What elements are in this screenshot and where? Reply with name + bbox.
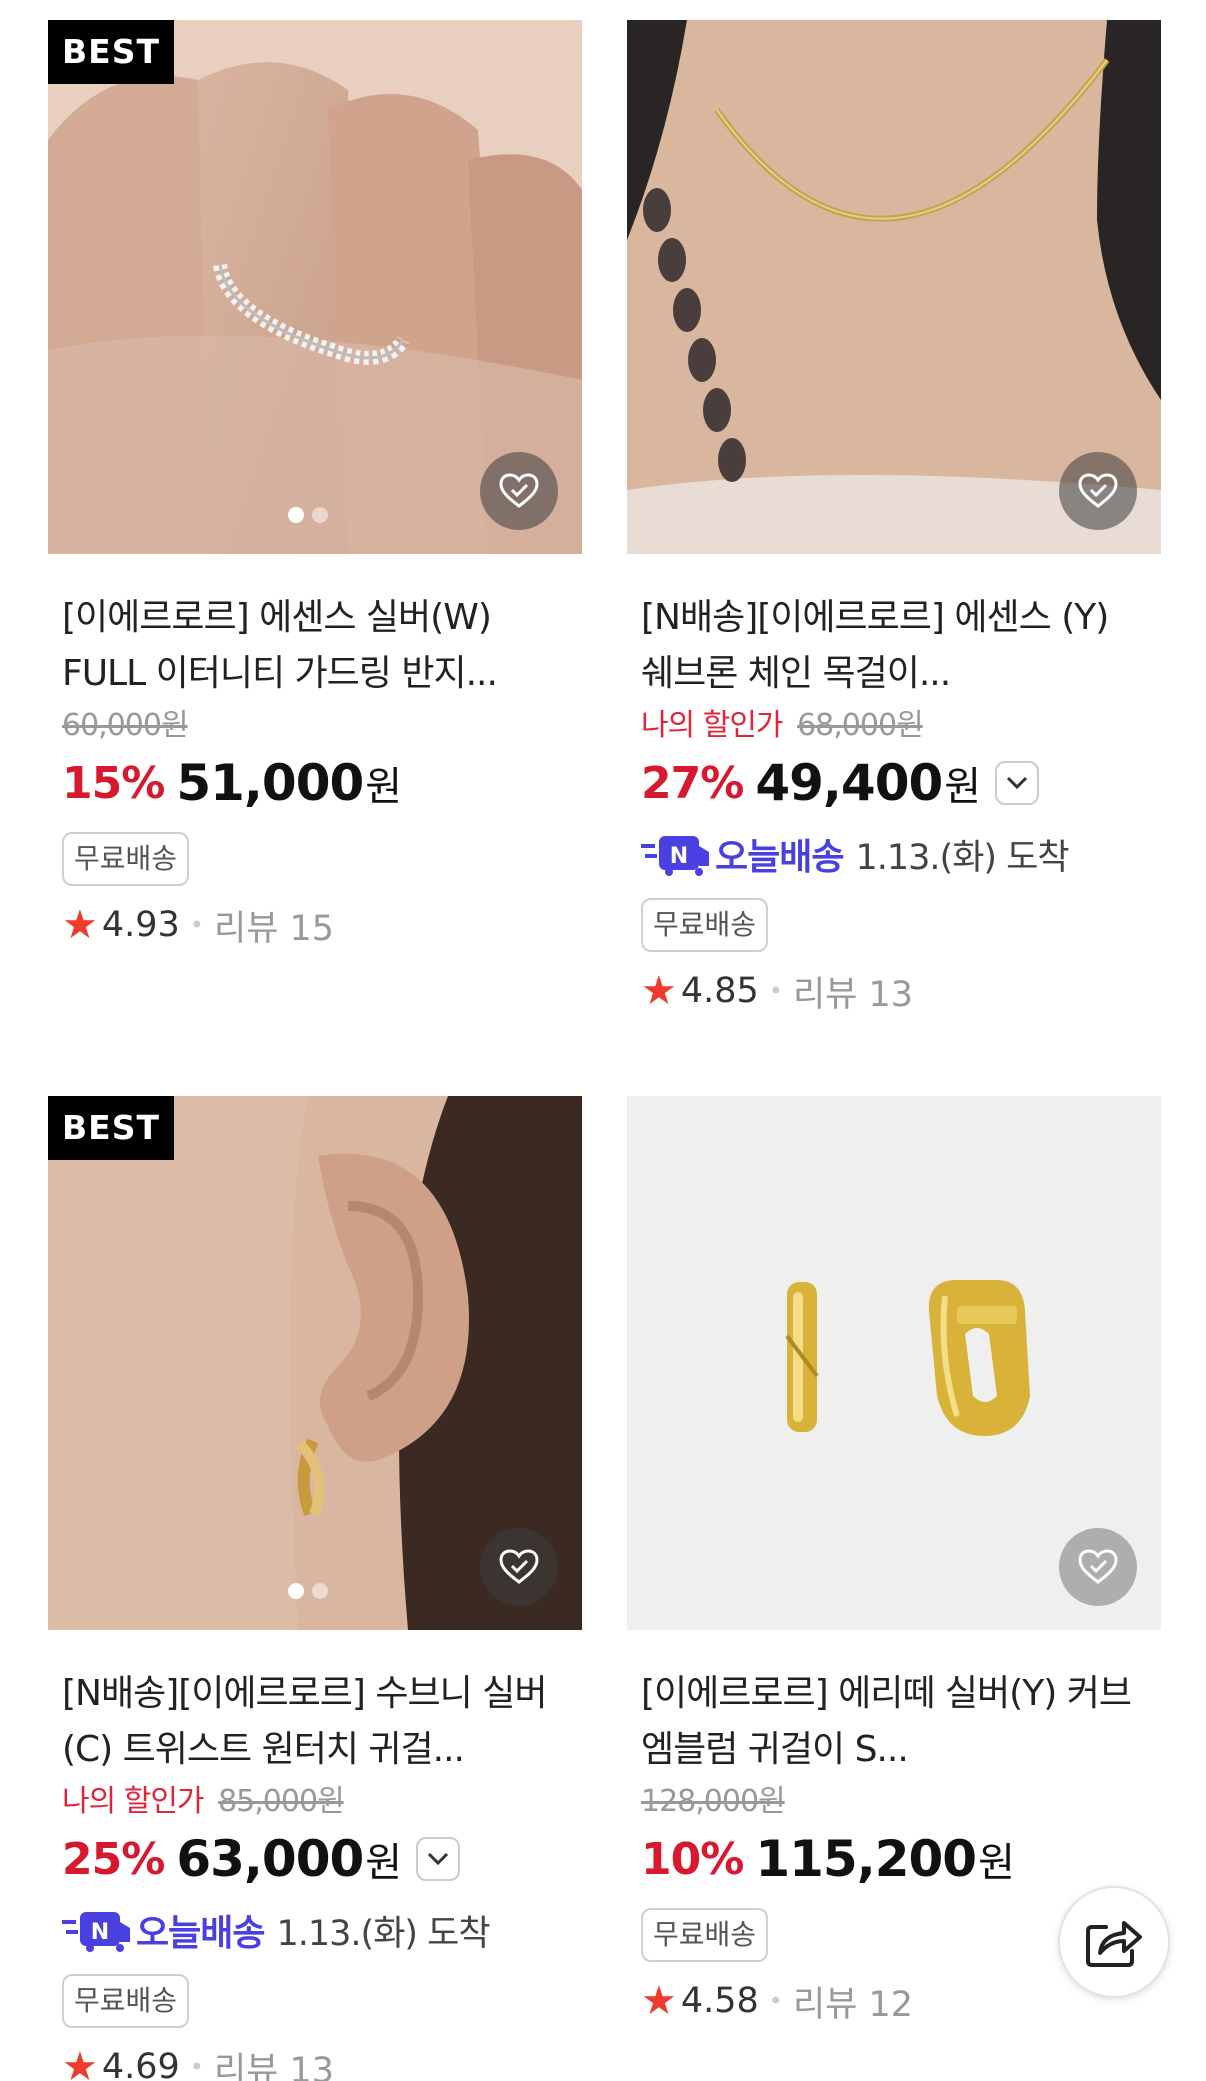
like-button[interactable] (480, 452, 558, 530)
separator-dot: • (768, 1987, 783, 2015)
star-icon: ★ (641, 968, 677, 1014)
original-price-row: 나의 할인가 68,000원 (641, 706, 1147, 746)
product-title[interactable]: [N배송][이에르로르] 에센스 (Y) 쉐브론 체인 목걸이... (641, 590, 1147, 702)
original-price: 60,000원 (62, 708, 189, 743)
best-badge: BEST (48, 20, 174, 84)
original-price: 128,000원 (641, 1784, 786, 1819)
currency-unit: 원 (944, 764, 982, 810)
sale-price: 51,000 (176, 754, 364, 812)
product-image[interactable] (627, 1096, 1161, 1630)
image-pager (288, 1583, 328, 1599)
separator-dot: • (189, 2053, 204, 2081)
star-icon: ★ (641, 1978, 677, 2024)
star-icon: ★ (62, 2044, 98, 2081)
pager-dot (312, 507, 328, 523)
price-row: 15% 51,000 원 (62, 752, 568, 814)
currency-unit: 원 (365, 1840, 403, 1886)
original-price-row: 128,000원 (641, 1782, 1147, 1822)
best-badge: BEST (48, 1096, 174, 1160)
heart-check-icon (499, 1549, 539, 1584)
product-title[interactable]: [N배송][이에르로르] 수브니 실버(C) 트위스트 원터치 귀걸... (62, 1666, 568, 1778)
currency-unit: 원 (365, 764, 403, 810)
separator-dot: • (768, 977, 783, 1005)
rating-row: ★ 4.69 • 리뷰 13 (62, 2042, 568, 2081)
chevron-down-icon (428, 1852, 449, 1866)
original-price: 85,000원 (218, 1784, 345, 1819)
today-delivery-label: 오늘배송 (136, 1913, 265, 1954)
share-icon (1086, 1921, 1142, 1967)
rating-score: 4.85 (680, 971, 759, 1011)
delivery-row: N 오늘배송 1.13.(화) 도착 (62, 1904, 568, 1956)
product-card[interactable]: [N배송][이에르로르] 에센스 (Y) 쉐브론 체인 목걸이... 나의 할인… (627, 20, 1161, 1016)
sale-price: 63,000 (176, 1830, 364, 1888)
n-delivery-icon: N (62, 1912, 130, 1952)
product-image[interactable] (627, 20, 1161, 554)
free-shipping-badge: 무료배송 (62, 832, 190, 886)
price-row: 10% 115,200 원 (641, 1828, 1147, 1890)
free-shipping-badge: 무료배송 (641, 1908, 769, 1962)
today-delivery-label: 오늘배송 (715, 837, 844, 878)
free-shipping-badge: 무료배송 (62, 1974, 190, 2028)
like-button[interactable] (1059, 1528, 1137, 1606)
image-pager (288, 507, 328, 523)
product-card[interactable]: BEST [N배송][이에르로르] 수브니 실버(C) 트위스트 원터치 귀걸.… (48, 1096, 582, 2081)
my-discount-label: 나의 할인가 (641, 708, 784, 743)
heart-check-icon (499, 473, 539, 508)
pager-dot (288, 507, 304, 523)
product-image[interactable]: BEST (48, 20, 582, 554)
review-count: 리뷰 13 (792, 974, 914, 1015)
original-price: 68,000원 (797, 708, 924, 743)
product-image[interactable]: BEST (48, 1096, 582, 1630)
heart-check-icon (1078, 1549, 1118, 1584)
original-price-row: 60,000원 (62, 706, 568, 746)
svg-text:N: N (91, 1920, 109, 1945)
share-button[interactable] (1058, 1886, 1170, 1998)
price-detail-toggle[interactable] (416, 1837, 461, 1881)
n-delivery-icon: N (641, 836, 709, 876)
currency-unit: 원 (978, 1840, 1015, 1886)
arrival-date: 1.13.(화) 도착 (855, 837, 1069, 878)
review-count: 리뷰 13 (213, 2050, 335, 2081)
sale-price: 49,400 (755, 754, 943, 812)
review-count: 리뷰 12 (792, 1984, 914, 2025)
rating-score: 4.69 (101, 2047, 180, 2081)
price-row: 27% 49,400 원 (641, 752, 1147, 814)
pager-dot (312, 1583, 328, 1599)
my-discount-label: 나의 할인가 (62, 1784, 205, 1819)
like-button[interactable] (480, 1528, 558, 1606)
free-shipping-badge: 무료배송 (641, 898, 769, 952)
svg-text:N: N (670, 844, 688, 869)
price-row: 25% 63,000 원 (62, 1828, 568, 1890)
original-price-row: 나의 할인가 85,000원 (62, 1782, 568, 1822)
product-card[interactable]: [이에르로르] 에리떼 실버(Y) 커브엠블럼 귀걸이 S... 128,000… (627, 1096, 1161, 2026)
rating-row: ★ 4.85 • 리뷰 13 (641, 966, 1147, 1016)
rating-score: 4.58 (680, 1981, 759, 2021)
product-title[interactable]: [이에르로르] 에리떼 실버(Y) 커브엠블럼 귀걸이 S... (641, 1666, 1147, 1778)
sale-price: 115,200 (755, 1830, 977, 1888)
price-detail-toggle[interactable] (995, 761, 1040, 805)
arrival-date: 1.13.(화) 도착 (276, 1913, 490, 1954)
like-button[interactable] (1059, 452, 1137, 530)
discount-rate: 27% (641, 757, 744, 809)
discount-rate: 15% (62, 757, 165, 809)
product-card[interactable]: BEST [이에르로르] 에센스 실버(W) FULL 이터니티 가드링 반지.… (48, 20, 582, 950)
rating-score: 4.93 (101, 905, 180, 945)
delivery-row: N 오늘배송 1.13.(화) 도착 (641, 828, 1147, 880)
review-count: 리뷰 15 (213, 908, 335, 949)
rating-row: ★ 4.93 • 리뷰 15 (62, 900, 568, 950)
separator-dot: • (189, 911, 204, 939)
product-title[interactable]: [이에르로르] 에센스 실버(W) FULL 이터니티 가드링 반지... (62, 590, 568, 702)
chevron-down-icon (1007, 776, 1028, 790)
rating-row: ★ 4.58 • 리뷰 12 (641, 1976, 1147, 2026)
discount-rate: 10% (641, 1833, 744, 1885)
discount-rate: 25% (62, 1833, 165, 1885)
star-icon: ★ (62, 902, 98, 948)
heart-check-icon (1078, 473, 1118, 508)
pager-dot (288, 1583, 304, 1599)
